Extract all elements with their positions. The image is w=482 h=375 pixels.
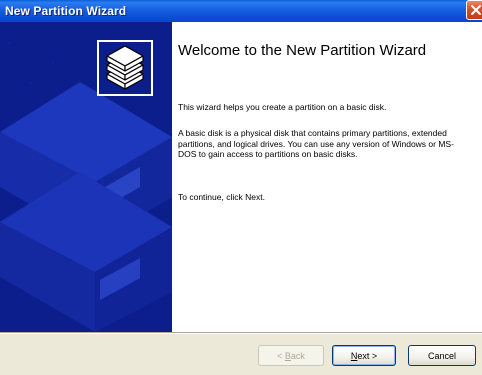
basic-disk-description: A basic disk is a physical disk that con… bbox=[178, 128, 454, 159]
title-bar[interactable]: New Partition Wizard bbox=[0, 0, 482, 22]
wizard-side-panel bbox=[0, 22, 172, 332]
back-button[interactable]: < Back bbox=[258, 345, 324, 366]
stacked-disks-icon bbox=[97, 40, 153, 96]
wizard-content: Welcome to the New Partition Wizard This… bbox=[172, 22, 482, 332]
window-title: New Partition Wizard bbox=[5, 4, 127, 18]
button-area-divider bbox=[0, 332, 482, 334]
intro-text: This wizard helps you create a partition… bbox=[178, 102, 387, 112]
close-icon bbox=[471, 5, 481, 15]
continue-instruction: To continue, click Next. bbox=[178, 192, 265, 202]
close-button[interactable] bbox=[466, 0, 482, 20]
cancel-button-label: Cancel bbox=[427, 350, 456, 361]
next-button[interactable]: Next > bbox=[332, 345, 396, 366]
cancel-button[interactable]: Cancel bbox=[408, 345, 476, 366]
back-button-label: < Back bbox=[277, 350, 305, 361]
next-button-label: Next > bbox=[350, 350, 378, 361]
wizard-window: New Partition Wizard Welcome to the New … bbox=[0, 0, 482, 375]
page-title: Welcome to the New Partition Wizard bbox=[178, 42, 427, 59]
